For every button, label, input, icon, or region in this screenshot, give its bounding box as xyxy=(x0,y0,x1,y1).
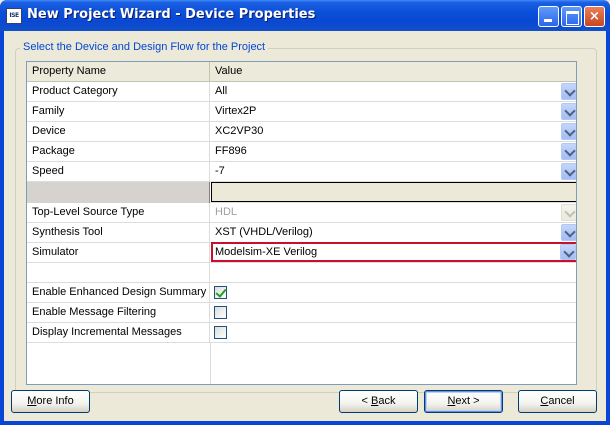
row-display-incremental-messages: Display Incremental Messages xyxy=(27,323,576,343)
minimize-button[interactable] xyxy=(538,6,559,27)
chevron-down-icon[interactable] xyxy=(561,103,576,120)
property-name: Simulator xyxy=(27,243,210,262)
property-name: Enable Enhanced Design Summary xyxy=(27,283,210,302)
window-title: New Project Wizard - Device Properties xyxy=(27,7,316,22)
property-name: Package xyxy=(27,142,210,161)
button-label: ore Info xyxy=(36,395,74,407)
chevron-down-icon[interactable] xyxy=(561,143,576,160)
row-enable-message-filtering: Enable Message Filtering xyxy=(27,303,576,323)
property-name: Product Category xyxy=(27,82,210,101)
empty-value-cell xyxy=(211,263,576,282)
chevron-down-icon[interactable] xyxy=(561,163,576,180)
row-speed: Speed -7 xyxy=(27,162,576,182)
cancel-button[interactable]: Cancel xyxy=(518,390,597,413)
simulator-select[interactable]: Modelsim-XE Verilog xyxy=(211,242,576,262)
property-name: Synthesis Tool xyxy=(27,223,210,242)
button-label: ack xyxy=(378,395,396,407)
column-divider xyxy=(210,343,211,384)
family-select[interactable]: Virtex2P xyxy=(211,102,576,121)
title-bar[interactable]: ISE New Project Wizard - Device Properti… xyxy=(0,0,610,31)
chevron-down-icon[interactable] xyxy=(561,224,576,241)
property-name: Enable Message Filtering xyxy=(27,303,210,322)
incremental-messages-checkbox[interactable] xyxy=(214,326,227,339)
back-button[interactable]: < Back xyxy=(339,390,418,413)
button-label: ancel xyxy=(548,395,575,407)
select-value: Virtex2P xyxy=(215,105,257,117)
row-synthesis-tool: Synthesis Tool XST (VHDL/Verilog) xyxy=(27,223,576,243)
package-select[interactable]: FF896 xyxy=(211,142,576,161)
device-select[interactable]: XC2VP30 xyxy=(211,122,576,141)
enhanced-design-summary-checkbox[interactable] xyxy=(214,286,227,299)
select-value: All xyxy=(215,85,228,97)
select-value: HDL xyxy=(215,206,238,218)
property-name: Family xyxy=(27,102,210,121)
chevron-down-icon[interactable] xyxy=(561,83,576,100)
row-device: Device XC2VP30 xyxy=(27,122,576,142)
property-name: Display Incremental Messages xyxy=(27,323,210,342)
select-value: Modelsim-XE Verilog xyxy=(215,246,318,258)
more-info-button[interactable]: More Info xyxy=(11,390,90,413)
row-simulator: Simulator Modelsim-XE Verilog xyxy=(27,242,576,263)
row-product-category: Product Category All xyxy=(27,82,576,102)
chevron-down-icon[interactable] xyxy=(560,244,576,260)
close-button[interactable]: × xyxy=(584,6,605,27)
product-category-select[interactable]: All xyxy=(211,82,576,101)
row-enable-enhanced-design-summary: Enable Enhanced Design Summary xyxy=(27,283,576,303)
ise-app-icon: ISE xyxy=(6,8,22,24)
column-header-property-name[interactable]: Property Name xyxy=(27,62,210,82)
grid-header: Property Name Value xyxy=(27,62,576,82)
property-name: Device xyxy=(27,122,210,141)
message-filtering-checkbox[interactable] xyxy=(214,306,227,319)
speed-select[interactable]: -7 xyxy=(211,162,576,181)
button-prefix: < xyxy=(361,395,371,407)
row-family: Family Virtex2P xyxy=(27,102,576,122)
select-value: XST (VHDL/Verilog) xyxy=(215,226,313,238)
dialog-client-area: Select the Device and Design Flow for th… xyxy=(4,31,606,421)
row-package: Package FF896 xyxy=(27,142,576,162)
property-name: Speed xyxy=(27,162,210,181)
select-value: -7 xyxy=(215,165,225,177)
row-section-divider xyxy=(27,182,576,203)
chevron-down-icon[interactable] xyxy=(561,123,576,140)
property-name: Top-Level Source Type xyxy=(27,203,210,222)
row-top-level-source-type: Top-Level Source Type HDL xyxy=(27,203,576,223)
property-grid: Property Name Value Product Category All… xyxy=(26,61,577,385)
empty-name-cell xyxy=(27,263,210,282)
top-level-source-type-select: HDL xyxy=(211,203,576,222)
synthesis-tool-select[interactable]: XST (VHDL/Verilog) xyxy=(211,223,576,242)
button-label: ext > xyxy=(455,395,480,407)
wizard-window: ISE New Project Wizard - Device Properti… xyxy=(0,0,610,425)
row-spacer xyxy=(27,263,576,283)
next-button[interactable]: Next > xyxy=(424,390,503,413)
select-value: FF896 xyxy=(215,145,247,157)
column-header-value[interactable]: Value xyxy=(210,62,576,82)
maximize-button[interactable] xyxy=(561,6,582,27)
section-value-cell xyxy=(211,182,576,202)
group-label: Select the Device and Design Flow for th… xyxy=(20,41,269,53)
chevron-down-icon xyxy=(561,204,576,221)
section-name-cell xyxy=(27,182,210,203)
select-value: XC2VP30 xyxy=(215,125,264,137)
